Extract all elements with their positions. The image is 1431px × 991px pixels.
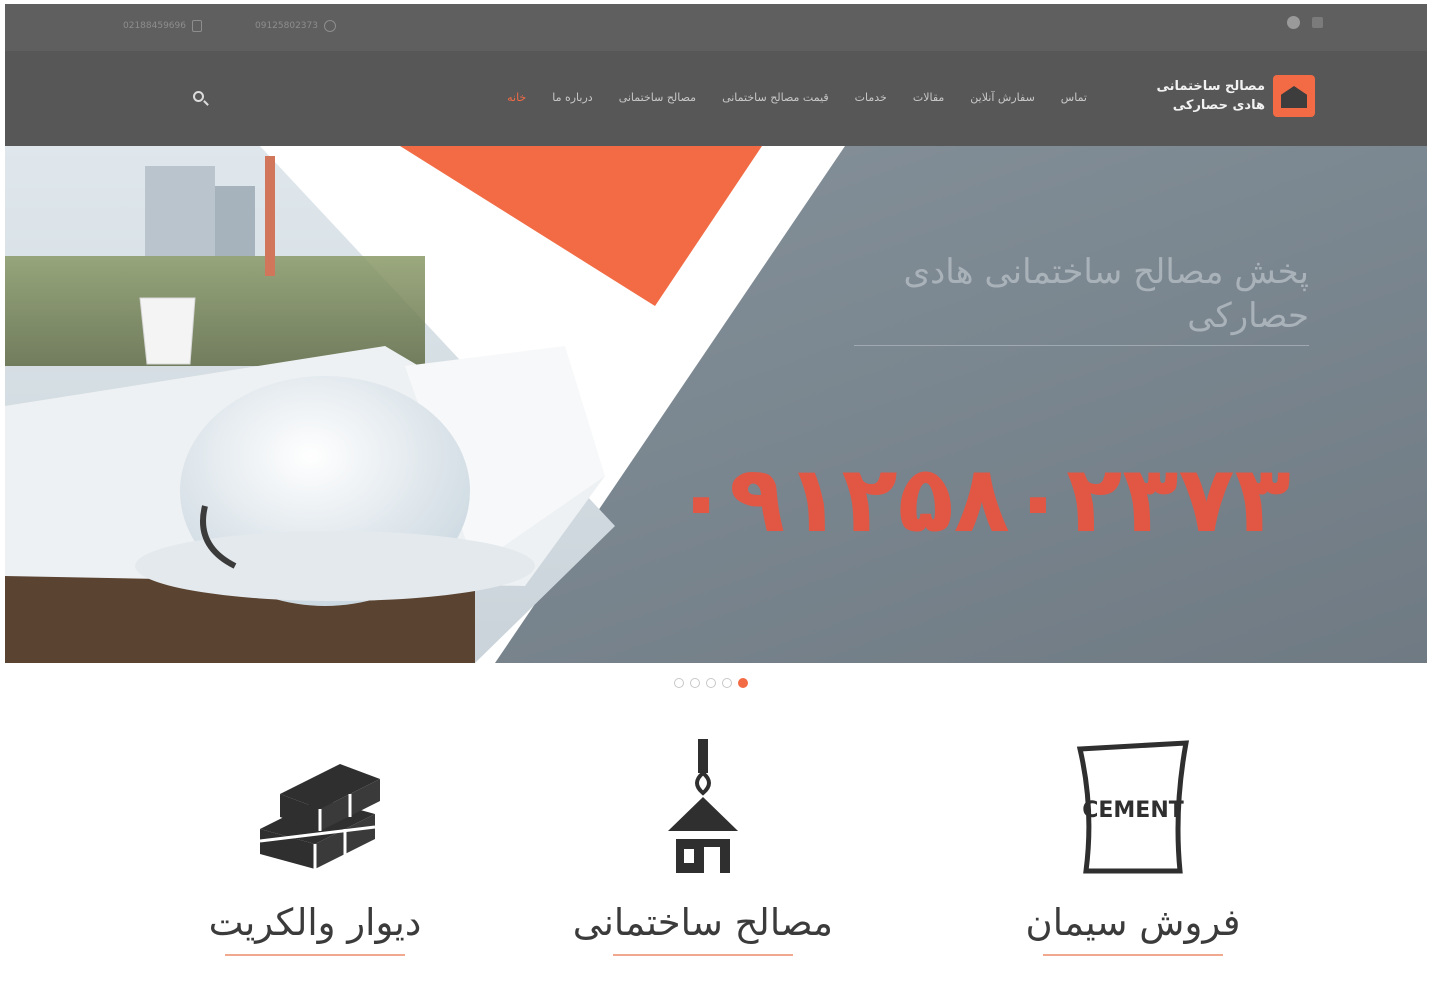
- hero-slider: پخش مصالح ساختمانی هادی حصارکی ۰۹۱۲۵۸۰۲۳…: [5, 146, 1427, 663]
- menu-item-materials[interactable]: مصالح ساختمانی: [619, 91, 696, 104]
- logo-text: مصالح ساختمانی هادی حصارکی: [1157, 77, 1266, 115]
- main-navbar: مصالح ساختمانی هادی حصارکی خانه درباره م…: [5, 51, 1427, 146]
- slider-dot-active[interactable]: [738, 678, 748, 688]
- slide-divider: [854, 345, 1309, 346]
- slider-dot[interactable]: [690, 678, 700, 688]
- social-links: [1287, 16, 1323, 29]
- menu-item-order[interactable]: سفارش آنلاین: [970, 91, 1035, 104]
- feature-title: مصالح ساختمانی: [572, 901, 833, 944]
- svg-text:CEMENT: CEMENT: [1082, 798, 1184, 823]
- page: 02188459696 09125802373 مصالح ساختمانی ه…: [5, 4, 1427, 991]
- mobile-text: 09125802373: [255, 21, 318, 31]
- crane-house-icon: [668, 739, 738, 873]
- feature-underline: [613, 954, 793, 956]
- phone-text: 02188459696: [123, 21, 186, 31]
- menu-item-contact[interactable]: تماس: [1061, 91, 1087, 104]
- menu-item-about[interactable]: درباره ما: [552, 91, 592, 104]
- search-icon[interactable]: [193, 91, 204, 102]
- headset-icon: [324, 20, 336, 32]
- feature-cement[interactable]: CEMENT فروش سیمان: [1003, 739, 1263, 956]
- slider-dots: [674, 678, 748, 688]
- contact-phone[interactable]: 02188459696: [123, 17, 202, 35]
- main-menu: خانه درباره ما مصالح ساختمانی قیمت مصالح…: [507, 91, 1087, 104]
- slide-phone-number: ۰۹۱۲۵۸۰۲۳۷۳: [673, 446, 1291, 553]
- instagram-icon[interactable]: [1287, 16, 1300, 29]
- slide-title: پخش مصالح ساختمانی هادی حصارکی: [903, 252, 1309, 336]
- cement-bag-icon: CEMENT: [1076, 740, 1190, 874]
- logo-line-1: مصالح ساختمانی: [1156, 79, 1266, 94]
- feature-materials[interactable]: مصالح ساختمانی: [573, 739, 833, 956]
- menu-item-articles[interactable]: مقالات: [913, 91, 944, 104]
- menu-item-prices[interactable]: قیمت مصالح ساختمانی: [722, 91, 829, 104]
- feature-bricks[interactable]: دیوار والکریت: [185, 739, 445, 956]
- contact-mobile[interactable]: 09125802373: [255, 17, 336, 35]
- top-bar: 02188459696 09125802373: [5, 4, 1427, 51]
- slide-graphics: [5, 146, 1427, 663]
- menu-item-home[interactable]: خانه: [507, 91, 526, 104]
- feature-title: دیوار والکریت: [208, 901, 422, 944]
- phone-icon: [192, 20, 202, 32]
- house-logo-icon: [1273, 75, 1315, 117]
- logo-line-2: هادی حصارکی: [1172, 98, 1265, 113]
- slider-dot[interactable]: [722, 678, 732, 688]
- feature-title: فروش سیمان: [1025, 901, 1241, 944]
- menu-icon[interactable]: [1312, 17, 1323, 28]
- slider-dot[interactable]: [674, 678, 684, 688]
- feature-underline: [1043, 954, 1223, 956]
- bricks-icon: [259, 764, 380, 869]
- slider-dot[interactable]: [706, 678, 716, 688]
- feature-underline: [225, 954, 405, 956]
- menu-item-services[interactable]: خدمات: [855, 91, 887, 104]
- site-logo[interactable]: مصالح ساختمانی هادی حصارکی: [1157, 75, 1315, 117]
